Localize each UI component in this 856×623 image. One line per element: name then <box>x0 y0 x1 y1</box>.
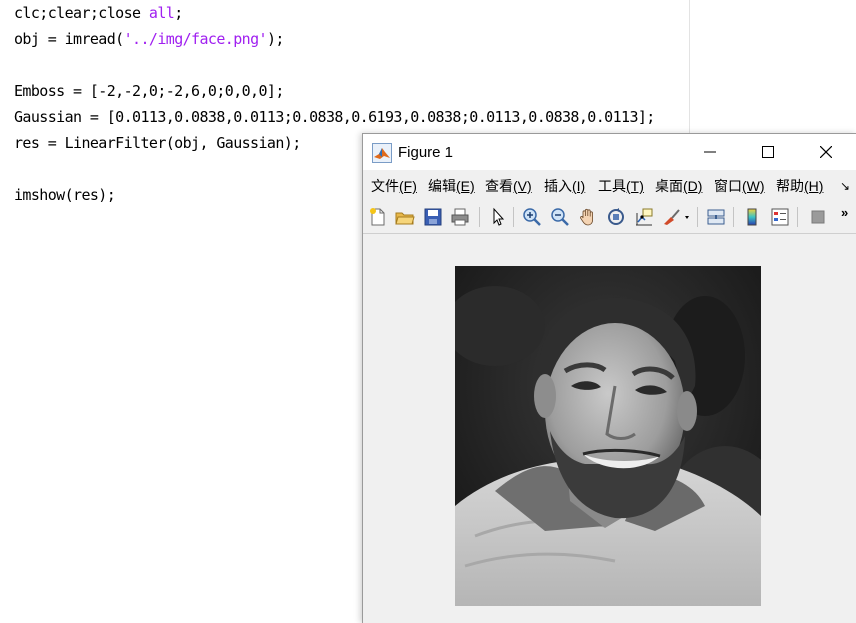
link-plot-icon[interactable] <box>705 206 727 228</box>
menu-help[interactable]: 帮助(H) <box>776 172 823 200</box>
figure-titlebar[interactable]: Figure 1 <box>363 134 856 170</box>
colorbar-icon[interactable] <box>741 206 763 228</box>
menu-desktop[interactable]: 桌面(D) <box>655 172 702 200</box>
menu-file[interactable]: 文件(F) <box>371 172 417 200</box>
data-cursor-icon[interactable] <box>633 206 655 228</box>
open-file-icon[interactable] <box>394 206 416 228</box>
toolbar-overflow-icon[interactable]: » <box>841 205 848 220</box>
code-line-8[interactable]: imshow(res); <box>14 182 116 208</box>
maximize-icon <box>762 146 774 158</box>
menu-overflow-icon[interactable]: ↘ <box>840 172 850 200</box>
toolbar-separator <box>513 207 514 227</box>
code-line-4[interactable]: Emboss = [-2,-2,0;-2,6,0;0,0,0]; <box>14 78 284 104</box>
toolbar-separator <box>697 207 698 227</box>
figure-title: Figure 1 <box>398 144 454 161</box>
zoom-in-icon[interactable] <box>521 206 543 228</box>
new-figure-icon[interactable] <box>367 206 389 228</box>
pan-hand-icon[interactable] <box>577 206 599 228</box>
pointer-icon[interactable] <box>487 206 509 228</box>
matlab-icon <box>372 143 392 163</box>
print-icon[interactable] <box>449 206 471 228</box>
figure-toolbar: » <box>363 201 856 234</box>
close-button[interactable] <box>797 134 855 170</box>
menu-tools[interactable]: 工具(T) <box>598 172 644 200</box>
brush-icon[interactable] <box>661 206 691 228</box>
toolbar-separator <box>479 207 480 227</box>
legend-icon[interactable] <box>769 206 791 228</box>
close-icon <box>820 146 832 158</box>
code-line-5[interactable]: Gaussian = [0.0113,0.0838,0.0113;0.0838,… <box>14 104 655 130</box>
code-line-2[interactable]: obj = imread('../img/face.png'); <box>14 26 284 52</box>
code-line-6[interactable]: res = LinearFilter(obj, Gaussian); <box>14 130 301 156</box>
toolbar-separator <box>733 207 734 227</box>
menu-insert[interactable]: 插入(I) <box>544 172 585 200</box>
menu-edit[interactable]: 编辑(E) <box>428 172 475 200</box>
face-image <box>455 266 761 606</box>
code-line-1[interactable]: clc;clear;close all; <box>14 0 183 26</box>
toolbar-separator <box>797 207 798 227</box>
menu-window[interactable]: 窗口(W) <box>714 172 765 200</box>
minimize-icon <box>704 151 716 153</box>
image-axes[interactable] <box>455 266 761 606</box>
figure-menubar: 文件(F) 编辑(E) 查看(V) 插入(I) 工具(T) 桌面(D) 窗口(W… <box>363 172 856 200</box>
menu-view[interactable]: 查看(V) <box>485 172 532 200</box>
figure-window[interactable]: Figure 1 文件(F) 编辑(E) 查看(V) 插入(I) 工具(T) 桌… <box>362 133 856 623</box>
zoom-out-icon[interactable] <box>549 206 571 228</box>
figure-canvas[interactable] <box>363 234 856 623</box>
minimize-button[interactable] <box>681 134 739 170</box>
maximize-button[interactable] <box>739 134 797 170</box>
save-icon[interactable] <box>422 206 444 228</box>
rotate-3d-icon[interactable] <box>605 206 627 228</box>
property-editor-icon[interactable] <box>807 206 829 228</box>
